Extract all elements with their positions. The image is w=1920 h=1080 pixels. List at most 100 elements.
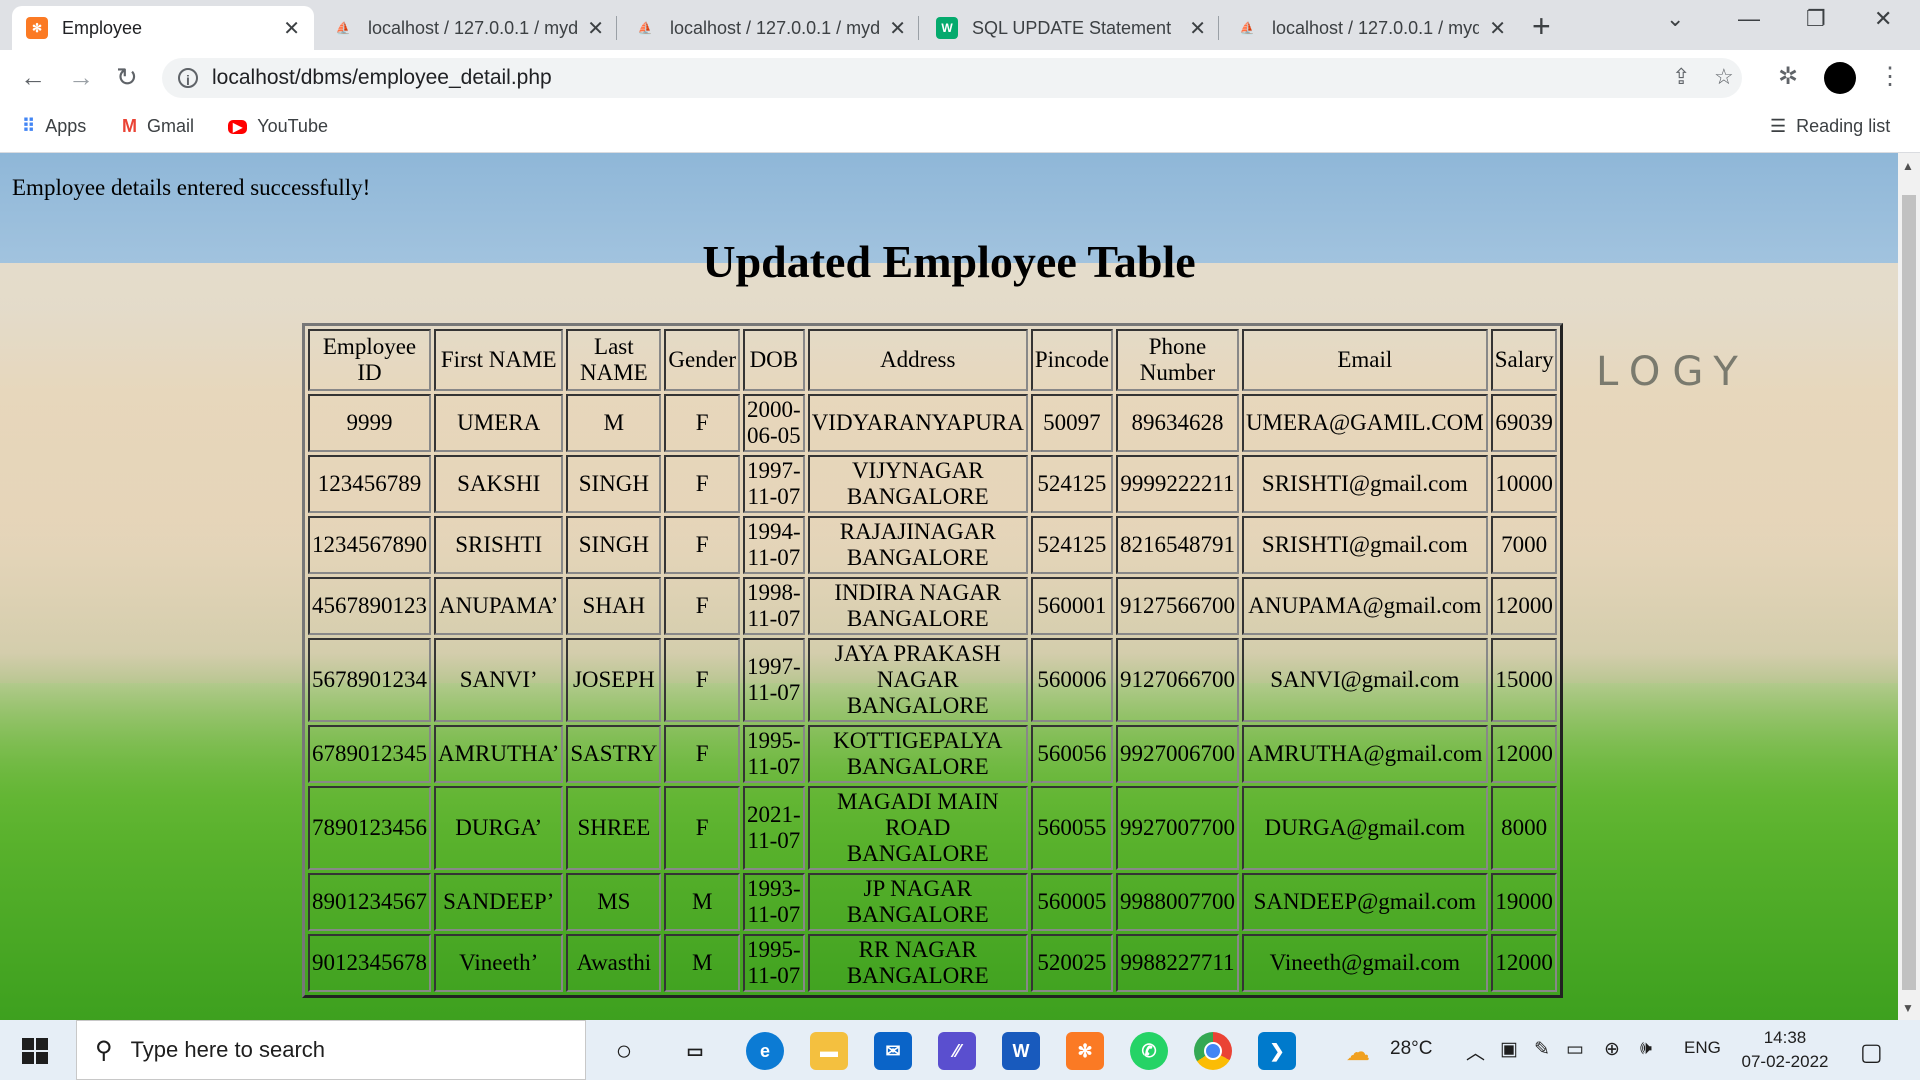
cell-pincode: 524125 <box>1030 516 1113 574</box>
forward-icon[interactable]: → <box>68 62 94 93</box>
tab-phpmyadmin-3[interactable]: ⛵ localhost / 127.0.0.1 / myd ✕ <box>1222 6 1520 50</box>
close-tab-icon[interactable]: ✕ <box>587 16 604 41</box>
language-indicator[interactable]: ENG <box>1684 1038 1721 1058</box>
tab-w3schools[interactable]: W SQL UPDATE Statement ✕ <box>922 6 1220 50</box>
cell-address: INDIRA NAGAR BANGALORE <box>807 577 1028 635</box>
scroll-up-icon[interactable]: ▲ <box>1902 159 1914 173</box>
site-info-icon[interactable]: i <box>178 68 198 88</box>
column-header-text: Number <box>1139 360 1216 385</box>
bookmark-apps[interactable]: ⠿ Apps <box>22 116 86 137</box>
notifications-icon[interactable]: ▢ <box>1860 1038 1883 1067</box>
chrome-icon[interactable] <box>1194 1032 1232 1070</box>
volume-icon[interactable]: 🕪 <box>1640 1038 1652 1060</box>
column-header-text: Last <box>594 334 634 359</box>
cell-text-line: 1994- <box>747 519 801 544</box>
vscode-icon[interactable]: ❯ <box>1258 1032 1296 1070</box>
menu-icon[interactable]: ⋮ <box>1878 62 1902 91</box>
close-tab-icon[interactable]: ✕ <box>1489 16 1506 41</box>
cell-pincode: 520025 <box>1030 934 1113 992</box>
cell-email: SRISHTI@gmail.com <box>1241 516 1488 574</box>
table-row: 123456789 SAKSHI SINGH F 1997- 11-07 VIJYNAGAR… <box>308 455 1558 513</box>
cell-dob: 1997- 11-07 <box>743 455 805 513</box>
scroll-down-icon[interactable]: ▼ <box>1902 1001 1914 1015</box>
pen-icon[interactable]: ✎ <box>1534 1038 1550 1061</box>
cell-pincode: 524125 <box>1030 455 1113 513</box>
cell-salary: 8000 <box>1490 786 1558 870</box>
employee-table: Employee ID First NAME Last NAME Gender DOB Add… <box>302 323 1564 998</box>
profile-avatar[interactable] <box>1824 62 1856 94</box>
restore-icon[interactable]: ❐ <box>1806 6 1826 32</box>
share-icon[interactable]: ⇪ <box>1672 64 1690 90</box>
file-explorer-icon[interactable]: ▬ <box>810 1032 848 1070</box>
cell-phone-number: 9927006700 <box>1115 725 1239 783</box>
cell-salary: 12000 <box>1490 577 1558 635</box>
url-text[interactable]: localhost/dbms/employee_detail.php <box>212 66 552 90</box>
bookmark-star-icon[interactable]: ☆ <box>1714 64 1734 90</box>
tab-separator <box>616 16 617 40</box>
new-tab-icon[interactable]: + <box>1532 8 1551 45</box>
word-icon[interactable]: W <box>1002 1032 1040 1070</box>
background-sign-text: LOGY <box>1596 349 1750 395</box>
close-window-icon[interactable]: ✕ <box>1874 6 1892 32</box>
column-header-gender: Gender <box>664 329 741 391</box>
tray-overflow-icon[interactable]: ︿ <box>1466 1038 1485 1065</box>
cell-first-name: UMERA <box>434 394 564 452</box>
cell-email: DURGA@gmail.com <box>1241 786 1488 870</box>
apps-grid-icon: ⠿ <box>22 116 36 136</box>
tab-phpmyadmin-2[interactable]: ⛵ localhost / 127.0.0.1 / myd ✕ <box>620 6 920 50</box>
bookmark-youtube[interactable]: ▶ YouTube <box>228 116 328 137</box>
tab-separator <box>1218 16 1219 40</box>
reading-list[interactable]: ☰ Reading list <box>1770 116 1890 137</box>
cell-employee-id: 8901234567 <box>308 873 431 931</box>
scrollbar-thumb[interactable] <box>1902 195 1916 990</box>
cell-text-line: BANGALORE <box>846 606 989 631</box>
cell-dob: 1994- 11-07 <box>743 516 805 574</box>
meet-now-icon[interactable]: ▣ <box>1500 1038 1518 1061</box>
close-tab-icon[interactable]: ✕ <box>1189 16 1206 41</box>
table-row: 5678901234 SANVI’ JOSEPH F 1997- 11-07 JAYA PR… <box>308 638 1558 722</box>
column-header-text: Phone <box>1148 334 1207 359</box>
tab-employee[interactable]: ✻ Employee ✕ <box>12 6 314 50</box>
cell-phone-number: 9927007700 <box>1115 786 1239 870</box>
visual-studio-icon[interactable]: ⁄⁄ <box>938 1032 976 1070</box>
cell-first-name: DURGA’ <box>434 786 564 870</box>
close-tab-icon[interactable]: ✕ <box>889 16 906 41</box>
edge-icon[interactable]: e <box>746 1032 784 1070</box>
minimize-icon[interactable]: — <box>1738 6 1760 32</box>
close-tab-icon[interactable]: ✕ <box>283 16 300 41</box>
cell-address: JAYA PRAKASH NAGAR BANGALORE <box>807 638 1028 722</box>
tab-search-icon[interactable]: ⌄ <box>1666 6 1684 32</box>
tab-phpmyadmin-1[interactable]: ⛵ localhost / 127.0.0.1 / myd ✕ <box>318 6 618 50</box>
system-clock[interactable]: 14:38 07-02-2022 <box>1730 1026 1840 1074</box>
cell-last-name: SINGH <box>566 455 662 513</box>
taskbar-search[interactable]: ⚲ Type here to search <box>76 1020 586 1080</box>
whatsapp-icon[interactable]: ✆ <box>1130 1032 1168 1070</box>
cell-dob: 2021- 11-07 <box>743 786 805 870</box>
cell-employee-id: 9012345678 <box>308 934 431 992</box>
w3schools-icon: W <box>936 17 958 39</box>
cell-gender: F <box>664 786 741 870</box>
vertical-scrollbar[interactable]: ▲ ▼ <box>1898 153 1920 1020</box>
cell-last-name: SASTRY <box>566 725 662 783</box>
task-view-icon[interactable]: ▭ <box>676 1032 714 1070</box>
battery-icon[interactable]: ▭ <box>1566 1038 1584 1061</box>
windows-start-icon[interactable] <box>22 1038 48 1064</box>
cell-phone-number: 89634628 <box>1115 394 1239 452</box>
address-bar[interactable]: i localhost/dbms/employee_detail.php ⇪ ☆ <box>162 58 1742 98</box>
network-icon[interactable]: ⊕ <box>1604 1038 1620 1061</box>
mail-icon[interactable]: ✉ <box>874 1032 912 1070</box>
weather-temp[interactable]: 28°C <box>1390 1038 1432 1060</box>
xampp-icon[interactable]: ✻ <box>1066 1032 1104 1070</box>
weather-icon[interactable]: ☁ <box>1346 1038 1370 1067</box>
bookmark-gmail[interactable]: M Gmail <box>122 116 194 137</box>
cell-employee-id: 1234567890 <box>308 516 431 574</box>
cell-pincode: 50097 <box>1030 394 1113 452</box>
table-header-row: Employee ID First NAME Last NAME Gender DOB Add… <box>308 329 1558 391</box>
cortana-icon[interactable]: ○ <box>605 1032 643 1070</box>
cell-text-line: 1995- <box>747 937 801 962</box>
extensions-icon[interactable]: ✲ <box>1778 62 1798 91</box>
cell-text-line: 1993- <box>747 876 801 901</box>
back-icon[interactable]: ← <box>20 62 46 93</box>
reload-icon[interactable]: ↻ <box>116 62 138 93</box>
cell-first-name: SRISHTI <box>434 516 564 574</box>
